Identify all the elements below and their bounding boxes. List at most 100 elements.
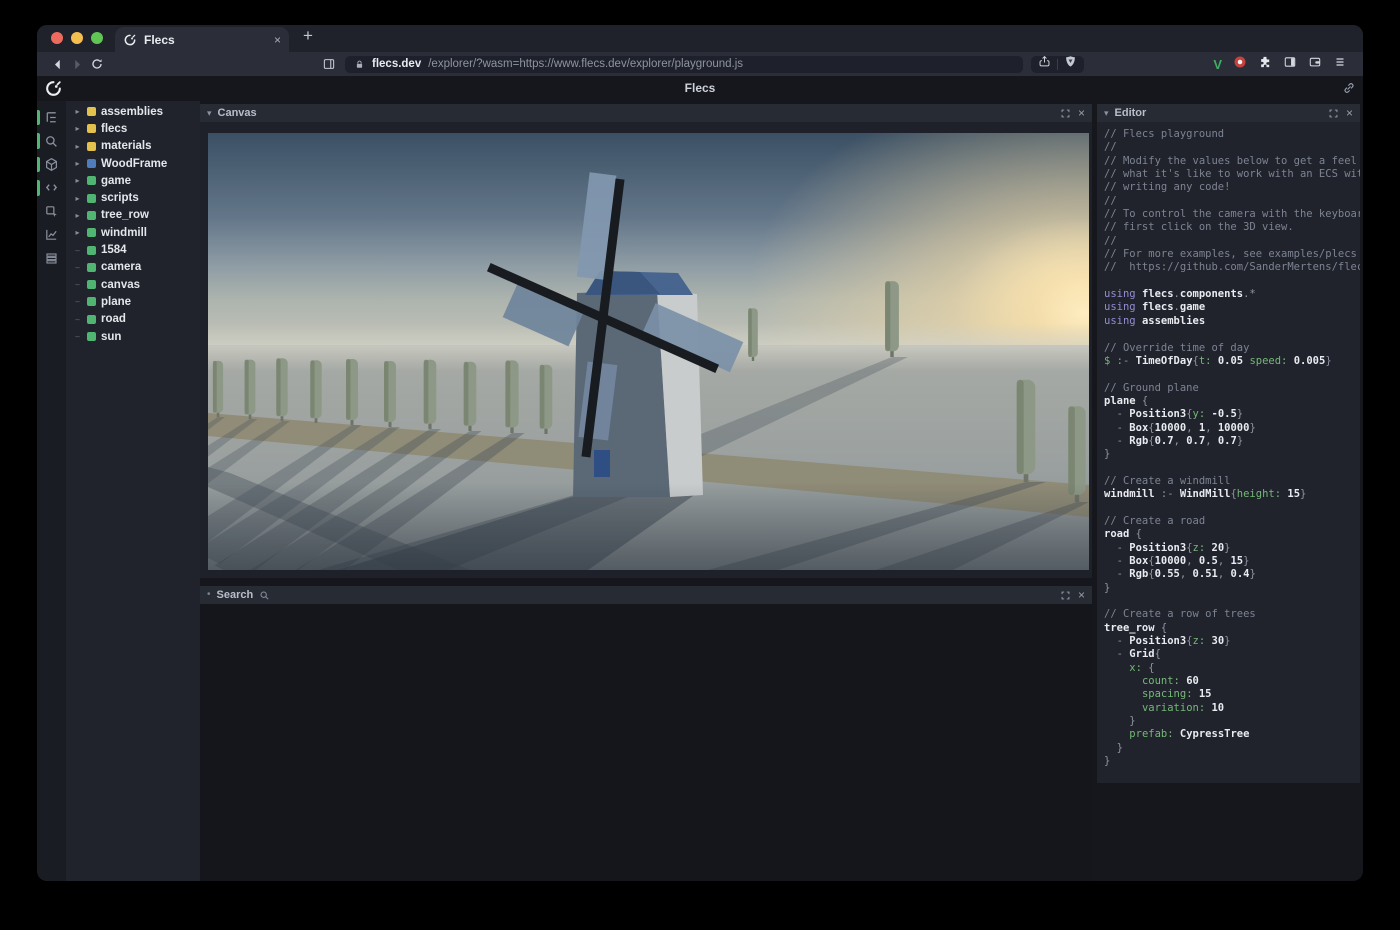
tree-item-road[interactable]: –road [66, 311, 200, 328]
tree-item-game[interactable]: ▸ game [66, 172, 200, 189]
lock-icon [354, 59, 365, 70]
expand-arrow-icon[interactable]: ▸ [73, 159, 82, 168]
minimize-window-button[interactable] [71, 32, 83, 44]
code-icon[interactable] [37, 176, 66, 199]
select-icon[interactable] [37, 200, 66, 223]
tree-item-label: canvas [101, 279, 140, 291]
fullscreen-icon[interactable] [1059, 589, 1072, 602]
search-panel: • Search × [200, 586, 1092, 881]
code-line: windmill :- WindMill{height: 15} [1104, 488, 1360, 501]
canvas-3d-scene[interactable] [208, 133, 1089, 570]
brave-shield-icon[interactable] [1064, 55, 1077, 73]
expand-arrow-icon[interactable]: ▸ [73, 176, 82, 185]
code-line: // [1104, 235, 1360, 248]
rows-icon[interactable] [37, 246, 66, 269]
menu-icon[interactable] [1333, 55, 1347, 74]
code-line: plane { [1104, 395, 1360, 408]
code-line: // what it's like to work with an ECS wi… [1104, 168, 1360, 181]
vue-extension-icon[interactable]: V [1213, 57, 1222, 72]
tree-item-flecs[interactable]: ▸flecs [66, 120, 200, 137]
entity-color-swatch [87, 332, 96, 341]
sidebar-toggle-icon[interactable] [1283, 55, 1297, 74]
code-line: x: { [1104, 662, 1360, 675]
hierarchy-icon[interactable] [37, 106, 66, 129]
cube-icon[interactable] [37, 153, 66, 176]
tree-item-label: scripts [101, 192, 139, 204]
tree-item-scripts[interactable]: ▸ scripts [66, 189, 200, 206]
editor-panel-header: ▾ Editor × [1097, 104, 1360, 122]
tree-item-label: game [101, 175, 131, 187]
expand-arrow-icon[interactable]: ▸ [73, 107, 82, 116]
url-input[interactable]: flecs.dev/explorer/?wasm=https://www.fle… [345, 56, 1023, 73]
tab-close-icon[interactable]: × [274, 34, 281, 46]
browser-toolbar: flecs.dev/explorer/?wasm=https://www.fle… [37, 52, 1363, 76]
tree-item-1584[interactable]: –1584 [66, 241, 200, 258]
share-icon[interactable] [1038, 55, 1051, 73]
extensions-puzzle-icon[interactable] [1258, 55, 1272, 74]
chart-icon[interactable] [37, 223, 66, 246]
entity-color-swatch [87, 142, 96, 151]
close-panel-icon[interactable]: × [1078, 589, 1085, 601]
collapsed-indicator-icon[interactable]: • [207, 590, 211, 600]
code-line: using flecs.components.* [1104, 288, 1360, 301]
new-tab-button[interactable]: + [303, 26, 313, 52]
forward-icon[interactable] [67, 55, 87, 73]
code-line: - Rgb{0.7, 0.7, 0.7} [1104, 435, 1360, 448]
code-line: // [1104, 195, 1360, 208]
maximize-window-button[interactable] [91, 32, 103, 44]
fullscreen-icon[interactable] [1327, 107, 1340, 120]
code-line: // Override time of day [1104, 342, 1360, 355]
close-window-button[interactable] [51, 32, 63, 44]
code-line: count: 60 [1104, 675, 1360, 688]
editor-code[interactable]: // Flecs playground // // Modify the value… [1097, 122, 1360, 783]
tree-item-sun[interactable]: –sun [66, 328, 200, 345]
tree-item-label: plane [101, 296, 131, 308]
tree-item-tree_row[interactable]: ▸ tree_row [66, 207, 200, 224]
traffic-lights [37, 32, 115, 52]
entity-color-swatch [87, 246, 96, 255]
entity-color-swatch [87, 280, 96, 289]
chevron-down-icon[interactable]: ▾ [1104, 109, 1109, 118]
expand-arrow-icon[interactable]: ▸ [73, 211, 82, 220]
tree-item-materials[interactable]: ▸materials [66, 138, 200, 155]
expand-arrow-icon[interactable]: ▸ [73, 194, 82, 203]
tree-item-windmill[interactable]: ▸windmill [66, 224, 200, 241]
code-line: // Create a row of trees [1104, 608, 1360, 621]
expand-arrow-icon[interactable]: ▸ [73, 142, 82, 151]
code-line: // Flecs playground [1104, 128, 1360, 141]
tree-item-canvas[interactable]: –canvas [66, 276, 200, 293]
entity-color-swatch [87, 194, 96, 203]
tree-item-assemblies[interactable]: ▸assemblies [66, 103, 200, 120]
extension-icons: V [1213, 55, 1353, 74]
entity-color-swatch [87, 124, 96, 133]
tree-item-label: 1584 [101, 244, 127, 256]
permalink-icon[interactable] [1342, 81, 1356, 95]
divider [1057, 59, 1058, 70]
tree-item-camera[interactable]: –camera [66, 259, 200, 276]
tree-item-label: tree_row [101, 209, 149, 221]
entity-color-swatch [87, 297, 96, 306]
url-path: /explorer/?wasm=https://www.flecs.dev/ex… [428, 58, 743, 70]
bookmarks-panel-icon[interactable] [319, 55, 339, 73]
tree-item-plane[interactable]: – plane [66, 293, 200, 310]
chevron-down-icon[interactable]: ▾ [207, 109, 212, 118]
reload-icon[interactable] [87, 55, 107, 73]
close-panel-icon[interactable]: × [1346, 107, 1353, 119]
back-icon[interactable] [47, 55, 67, 73]
code-line: } [1104, 582, 1360, 595]
close-panel-icon[interactable]: × [1078, 107, 1085, 119]
red-extension-icon[interactable] [1233, 55, 1247, 74]
leaf-dash-icon: – [73, 297, 82, 306]
fullscreen-icon[interactable] [1059, 107, 1072, 120]
expand-arrow-icon[interactable]: ▸ [73, 124, 82, 133]
tree-item-label: sun [101, 331, 121, 343]
url-domain: flecs.dev [372, 58, 421, 70]
code-line: - Position3{y: -0.5} [1104, 408, 1360, 421]
app-header: Flecs [37, 76, 1363, 101]
tree-item-WoodFrame[interactable]: ▸WoodFrame [66, 155, 200, 172]
wallet-icon[interactable] [1308, 55, 1322, 74]
code-line: // Modify the values below to get a feel… [1104, 155, 1360, 168]
search-icon[interactable] [37, 129, 66, 152]
expand-arrow-icon[interactable]: ▸ [73, 228, 82, 237]
browser-tab[interactable]: Flecs × [115, 27, 289, 52]
